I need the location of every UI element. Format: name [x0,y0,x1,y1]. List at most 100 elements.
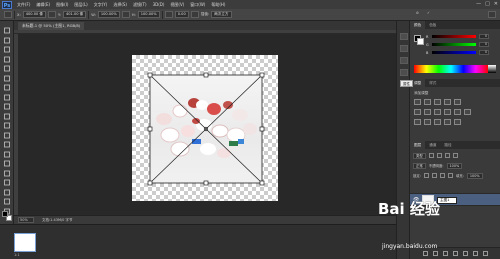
slider-green[interactable]: G 0 [426,42,489,47]
cancel-transform-icon[interactable]: ⊘ [416,11,419,15]
vibrance-icon[interactable] [454,99,461,105]
crop-tool-icon[interactable] [3,65,11,72]
canvas-area[interactable] [18,34,396,215]
menu-view[interactable]: 视图(V) [167,2,187,8]
move-tool-icon[interactable] [3,27,11,34]
document-thumbnail[interactable] [14,233,36,252]
hue-saturation-icon[interactable] [414,109,421,115]
filter-pixel-icon[interactable] [428,153,434,158]
height-field[interactable]: 100.00% [137,11,160,18]
healing-tool-icon[interactable] [3,84,11,91]
menu-type[interactable]: 文字(Y) [91,2,111,8]
lock-all-icon[interactable] [447,173,453,178]
menu-layer[interactable]: 图层(L) [71,2,90,8]
reference-point-icon[interactable] [4,11,12,18]
hand-tool-icon[interactable] [3,198,11,205]
width-field[interactable]: 100.00% [97,11,120,18]
lock-pixels-icon[interactable] [431,173,437,178]
document-canvas[interactable] [132,55,278,201]
exposure-icon[interactable] [444,99,451,105]
foreground-background-swatches[interactable] [2,211,12,221]
lasso-tool-icon[interactable] [3,46,11,53]
properties-icon[interactable] [400,45,408,52]
slider-green-track[interactable] [432,43,476,46]
history-brush-tool-icon[interactable] [3,113,11,120]
selective-color-icon[interactable] [454,119,461,125]
filter-type-icon[interactable] [444,153,450,158]
lock-position-icon[interactable] [439,173,445,178]
link-icon[interactable] [121,11,130,18]
relative-position-icon[interactable] [48,11,56,18]
background-color-swatch[interactable] [417,38,424,45]
channel-mixer-icon[interactable] [454,109,461,115]
menu-edit[interactable]: 编辑(E) [33,2,53,8]
shape-tool-icon[interactable] [3,189,11,196]
filter-shape-icon[interactable] [452,153,458,158]
eyedropper-tool-icon[interactable] [3,75,11,82]
close-button[interactable]: ✕ [494,1,498,7]
color-balance-icon[interactable] [424,109,431,115]
history-icon[interactable] [400,33,408,40]
brightness-icon[interactable] [414,99,421,105]
threshold-icon[interactable] [434,119,441,125]
marquee-tool-icon[interactable] [3,37,11,44]
invert-icon[interactable] [414,119,421,125]
clone-stamp-tool-icon[interactable] [3,103,11,110]
dodge-tool-icon[interactable] [3,151,11,158]
quick-select-tool-icon[interactable] [3,56,11,63]
document-info[interactable]: 文档:1.43M/0 字节 [42,218,73,223]
fill-field[interactable]: 100% [466,172,483,179]
curves-icon[interactable] [434,99,441,105]
color-spectrum[interactable] [414,65,488,73]
minimize-button[interactable]: — [476,1,481,7]
free-transform-box[interactable] [132,55,278,201]
menu-file[interactable]: 文件(F) [14,2,33,8]
type-tool-icon[interactable] [3,170,11,177]
menu-image[interactable]: 图像(I) [53,2,71,8]
x-field[interactable]: 400.00 像 [22,11,46,18]
menu-help[interactable]: 帮助(H) [208,2,228,8]
slider-blue-track[interactable] [432,51,476,54]
document-tab[interactable]: 未标题-1 @ 50% (主图1, RGB/8) [18,22,85,30]
slider-red-value[interactable]: 0 [479,34,489,39]
levels-icon[interactable] [424,99,431,105]
lock-transparent-icon[interactable] [423,173,429,178]
menu-filter[interactable]: 滤镜(T) [130,2,150,8]
tab-styles[interactable]: 样式 [425,79,440,87]
tab-swatches[interactable]: 色板 [425,21,440,29]
brush-icon[interactable] [400,57,408,64]
slider-red-track[interactable] [432,35,476,38]
zoom-level-field[interactable]: 50% [18,217,34,223]
tab-layers[interactable]: 图层 [410,141,426,149]
color-lookup-icon[interactable] [464,109,471,115]
workspace-icon[interactable] [488,11,496,18]
angle-field[interactable]: 0.00 [174,11,189,18]
slider-red[interactable]: R 0 [426,34,489,39]
posterize-icon[interactable] [424,119,431,125]
tab-color[interactable]: 颜色 [410,21,426,29]
commit-transform-icon[interactable]: ✓ [427,11,430,15]
gradient-tool-icon[interactable] [3,132,11,139]
slider-blue-value[interactable]: 0 [479,50,489,55]
path-select-tool-icon[interactable] [3,179,11,186]
slider-green-value[interactable]: 0 [479,42,489,47]
gradient-map-icon[interactable] [444,119,451,125]
interpolation-select[interactable]: 两次立方 [211,11,232,18]
filter-adjust-icon[interactable] [436,153,442,158]
menu-select[interactable]: 选择(S) [110,2,130,8]
character-icon[interactable] [400,69,408,76]
blur-tool-icon[interactable] [3,141,11,148]
brush-tool-icon[interactable] [3,94,11,101]
y-field[interactable]: 401.00 像 [62,11,87,18]
menu-window[interactable]: 窗口(W) [187,2,208,8]
tab-paths[interactable]: 路径 [440,141,455,149]
slider-blue[interactable]: B 0 [426,50,489,55]
pen-tool-icon[interactable] [3,160,11,167]
blend-mode-select[interactable]: 正常 [413,162,426,169]
grey-ramp[interactable] [488,65,496,73]
black-white-icon[interactable] [434,109,441,115]
foreground-color-swatch[interactable] [2,211,8,217]
photo-filter-icon[interactable] [444,109,451,115]
layer-kind-select[interactable]: 类型 [413,152,426,159]
opacity-field[interactable]: 100% [446,162,463,169]
